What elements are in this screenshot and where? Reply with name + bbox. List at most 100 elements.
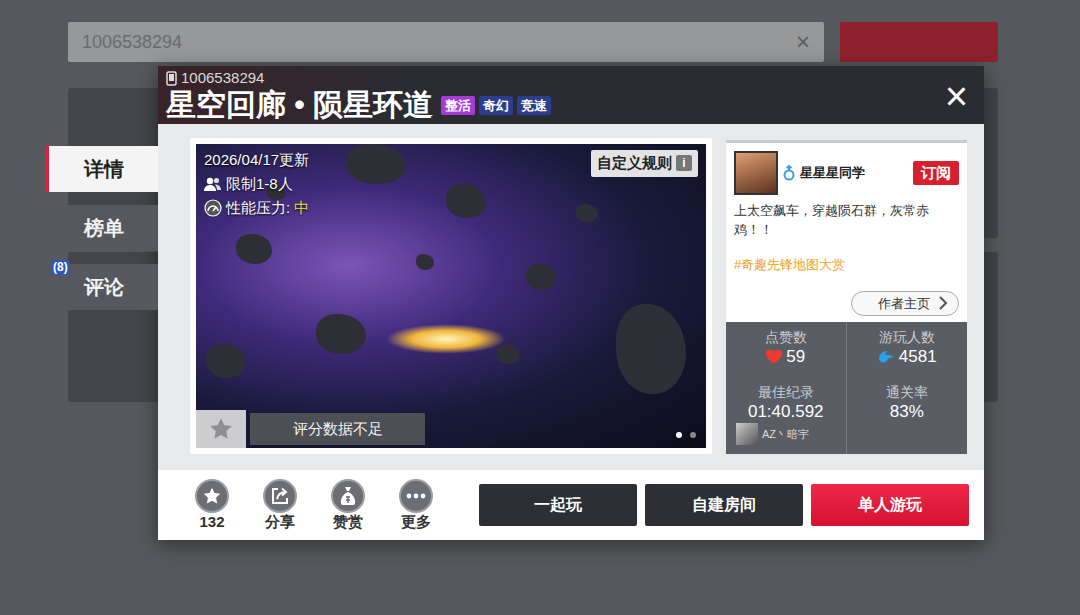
preview-image: 2026/04/17更新限制1-8人性能压力:中 自定义规则i 评分数据不足 [196, 144, 706, 448]
custom-rule-button[interactable]: 自定义规则i [591, 150, 698, 177]
rate-button[interactable] [196, 410, 246, 448]
rule-label: 自定义规则 [597, 152, 672, 175]
header-text: 1006538294星空回廊 • 陨星环道整活奇幻竞速 [166, 69, 551, 123]
phone-icon [166, 71, 177, 86]
stat-value: 83% [890, 401, 924, 423]
action-reward[interactable]: 赞赏 [322, 479, 374, 531]
preview-info: 2026/04/17更新限制1-8人性能压力:中 [204, 150, 309, 218]
stat-value-row: 4581 [877, 346, 937, 368]
close-button[interactable]: × [945, 76, 968, 116]
side-tab[interactable]: 详情 [45, 146, 158, 192]
gauge-icon [204, 199, 222, 217]
stat-value-row: 83% [890, 401, 924, 423]
event-hashtag[interactable]: #奇趣先锋地图大赏 [734, 255, 959, 275]
side-tab[interactable]: 榜单 [45, 205, 158, 251]
play-button[interactable]: 单人游玩 [811, 484, 969, 526]
player-text: 限制1-8人 [226, 174, 293, 194]
play-button[interactable]: 自建房间 [645, 484, 803, 526]
holder-avatar [736, 423, 758, 445]
performance-value: 中 [294, 198, 309, 218]
asteroid [236, 234, 272, 264]
map-tag: 竞速 [517, 96, 551, 115]
pager [676, 432, 696, 438]
action-buttons: 一起玩自建房间单人游玩 [479, 484, 969, 526]
pager-dot[interactable] [676, 432, 682, 438]
stat-label: 通关率 [886, 383, 928, 401]
side-tab[interactable]: 评论(8) [45, 264, 158, 310]
asteroid [496, 344, 520, 364]
author-info: 星星星同学订阅上太空飙车，穿越陨石群，灰常赤鸡！！ #奇趣先锋地图大赏作者主页 [726, 140, 967, 322]
action-circle [195, 479, 229, 513]
plays-icon [877, 349, 895, 365]
more-icon [406, 493, 426, 499]
stat-value: 01:40.592 [748, 401, 824, 423]
gender-icon [782, 165, 796, 181]
author-card: 星星星同学订阅上太空飙车，穿越陨石群，灰常赤鸡！！#奇趣先锋地图大赏作者主页点赞… [726, 140, 967, 454]
map-description: 上太空飙车，穿越陨石群，灰常赤鸡！！ [734, 201, 959, 239]
action-more[interactable]: 更多 [390, 479, 442, 531]
map-detail-dialog: 1006538294星空回廊 • 陨星环道整活奇幻竞速 × 2026/04/17更新… [158, 66, 984, 540]
info-icon: i [676, 155, 692, 171]
asteroid [576, 204, 598, 222]
play-button[interactable]: 一起玩 [479, 484, 637, 526]
rating-text: 评分数据不足 [250, 413, 425, 445]
stat-cell: 游玩人数4581 [847, 322, 968, 377]
stat-cell: 通关率83% [847, 377, 968, 454]
tab-label: 榜单 [84, 213, 124, 243]
stat-value-row: 59 [766, 346, 805, 368]
performance-label: 性能压力: [226, 198, 290, 218]
action-circle [399, 479, 433, 513]
author-row: 星星星同学订阅 [734, 151, 959, 195]
favorite-icon [202, 486, 222, 506]
player-limit: 限制1-8人 [204, 174, 309, 194]
map-tag: 奇幻 [479, 96, 513, 115]
heart-icon [766, 350, 782, 364]
action-share[interactable]: 分享 [254, 479, 306, 531]
title-line: 星空回廊 • 陨星环道整活奇幻竞速 [166, 87, 551, 123]
asteroid [446, 184, 486, 218]
star-icon [208, 416, 234, 442]
stat-value: 59 [786, 346, 805, 368]
action-label: 更多 [401, 513, 431, 531]
dialog-wrapper: 详情榜单评论(8)1006538294星空回廊 • 陨星环道整活奇幻竞速×202… [45, 66, 984, 540]
map-id-line: 1006538294 [166, 69, 551, 87]
dialog-header: 1006538294星空回廊 • 陨星环道整活奇幻竞速 × [158, 66, 984, 124]
people-icon [204, 176, 222, 192]
asteroid [316, 314, 366, 354]
dialog-body: 2026/04/17更新限制1-8人性能压力:中 自定义规则i 评分数据不足 星星星同… [158, 124, 984, 470]
asteroid [616, 304, 686, 394]
action-icons: 132 分享 赞赏更多 [186, 479, 442, 531]
performance-line: 性能压力:中 [204, 198, 309, 218]
stat-value-row: 01:40.592 [748, 401, 824, 423]
stats-grid: 点赞数59游玩人数4581最佳纪录01:40.592AZ丶暗宇通关率83% [726, 322, 967, 454]
preview-card: 2026/04/17更新限制1-8人性能压力:中 自定义规则i 评分数据不足 [190, 138, 712, 454]
stat-label: 游玩人数 [879, 328, 935, 346]
asteroid [346, 144, 406, 184]
dialog-footer: 132 分享 赞赏更多 一起玩自建房间单人游玩 [158, 470, 984, 540]
map-title: 星空回廊 • 陨星环道 [166, 87, 433, 123]
rating-bar: 评分数据不足 [196, 410, 425, 448]
update-date: 2026/04/17更新 [204, 150, 309, 170]
arrow-icon [938, 296, 948, 310]
tab-label: 详情 [84, 154, 124, 184]
side-tabs: 详情榜单评论(8) [45, 66, 158, 540]
stat-cell: 点赞数59 [726, 322, 847, 377]
action-circle [331, 479, 365, 513]
stat-label: 最佳纪录 [758, 383, 814, 401]
action-favorite[interactable]: 132 [186, 479, 238, 531]
asteroid [416, 254, 434, 270]
pager-dot[interactable] [690, 432, 696, 438]
subscribe-button[interactable]: 订阅 [913, 161, 959, 186]
action-circle [263, 479, 297, 513]
tab-label: 评论 [84, 272, 124, 302]
count-badge: (8) [51, 260, 70, 275]
share-icon [271, 487, 289, 505]
record-holder[interactable]: AZ丶暗宇 [736, 423, 809, 445]
reward-icon [339, 486, 357, 506]
author-avatar[interactable] [734, 151, 778, 195]
homepage-row: 作者主页 [734, 291, 959, 317]
stat-label: 点赞数 [765, 328, 807, 346]
stat-cell: 最佳纪录01:40.592AZ丶暗宇 [726, 377, 847, 454]
action-label: 分享 [265, 513, 295, 531]
author-homepage-button[interactable]: 作者主页 [851, 291, 959, 317]
